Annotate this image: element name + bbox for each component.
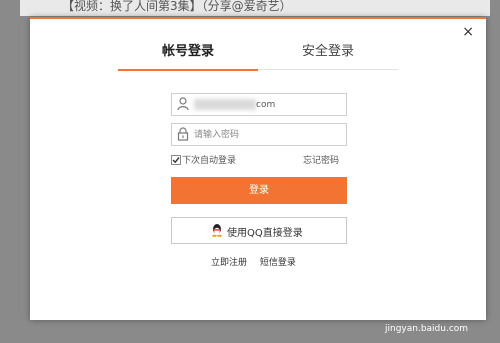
- checkmark-icon: [172, 157, 180, 164]
- login-tabs: 帐号登录 安全登录: [118, 40, 398, 71]
- lock-icon: [177, 127, 189, 141]
- bottom-links: 立即注册 短信登录: [211, 255, 306, 268]
- user-icon: [177, 97, 189, 111]
- forgot-password-link[interactable]: 忘记密码: [303, 153, 339, 166]
- background-page-strip: 【视频：换了人间第3集】（分享@爱奇艺）: [20, 0, 490, 16]
- qq-penguin-icon: [212, 224, 222, 237]
- auto-login-row: 下次自动登录 忘记密码: [171, 153, 347, 167]
- username-field[interactable]: [171, 93, 347, 116]
- password-input[interactable]: [194, 124, 340, 145]
- username-input[interactable]: [194, 94, 340, 115]
- qq-login-label: 使用QQ直接登录: [227, 228, 303, 239]
- tab-account-login[interactable]: 帐号登录: [118, 40, 258, 71]
- password-field[interactable]: [171, 123, 347, 146]
- watermark-url: jingyan.baidu.com: [385, 324, 469, 334]
- login-button[interactable]: 登录: [171, 177, 347, 204]
- baidu-jingyan-logo: Bai 经验: [378, 289, 445, 308]
- login-modal: × 帐号登录 安全登录 下次自动登录 忘记密码 登录: [30, 17, 486, 320]
- sms-login-link[interactable]: 短信登录: [260, 258, 296, 268]
- auto-login-label[interactable]: 下次自动登录: [182, 153, 236, 166]
- close-icon[interactable]: ×: [462, 24, 474, 40]
- background-video-title: 【视频：换了人间第3集】（分享@爱奇艺）: [62, 0, 292, 13]
- register-link[interactable]: 立即注册: [211, 258, 247, 268]
- auto-login-checkbox[interactable]: [171, 155, 181, 165]
- qq-login-button[interactable]: 使用QQ直接登录: [171, 217, 347, 244]
- tab-secure-login[interactable]: 安全登录: [258, 40, 398, 69]
